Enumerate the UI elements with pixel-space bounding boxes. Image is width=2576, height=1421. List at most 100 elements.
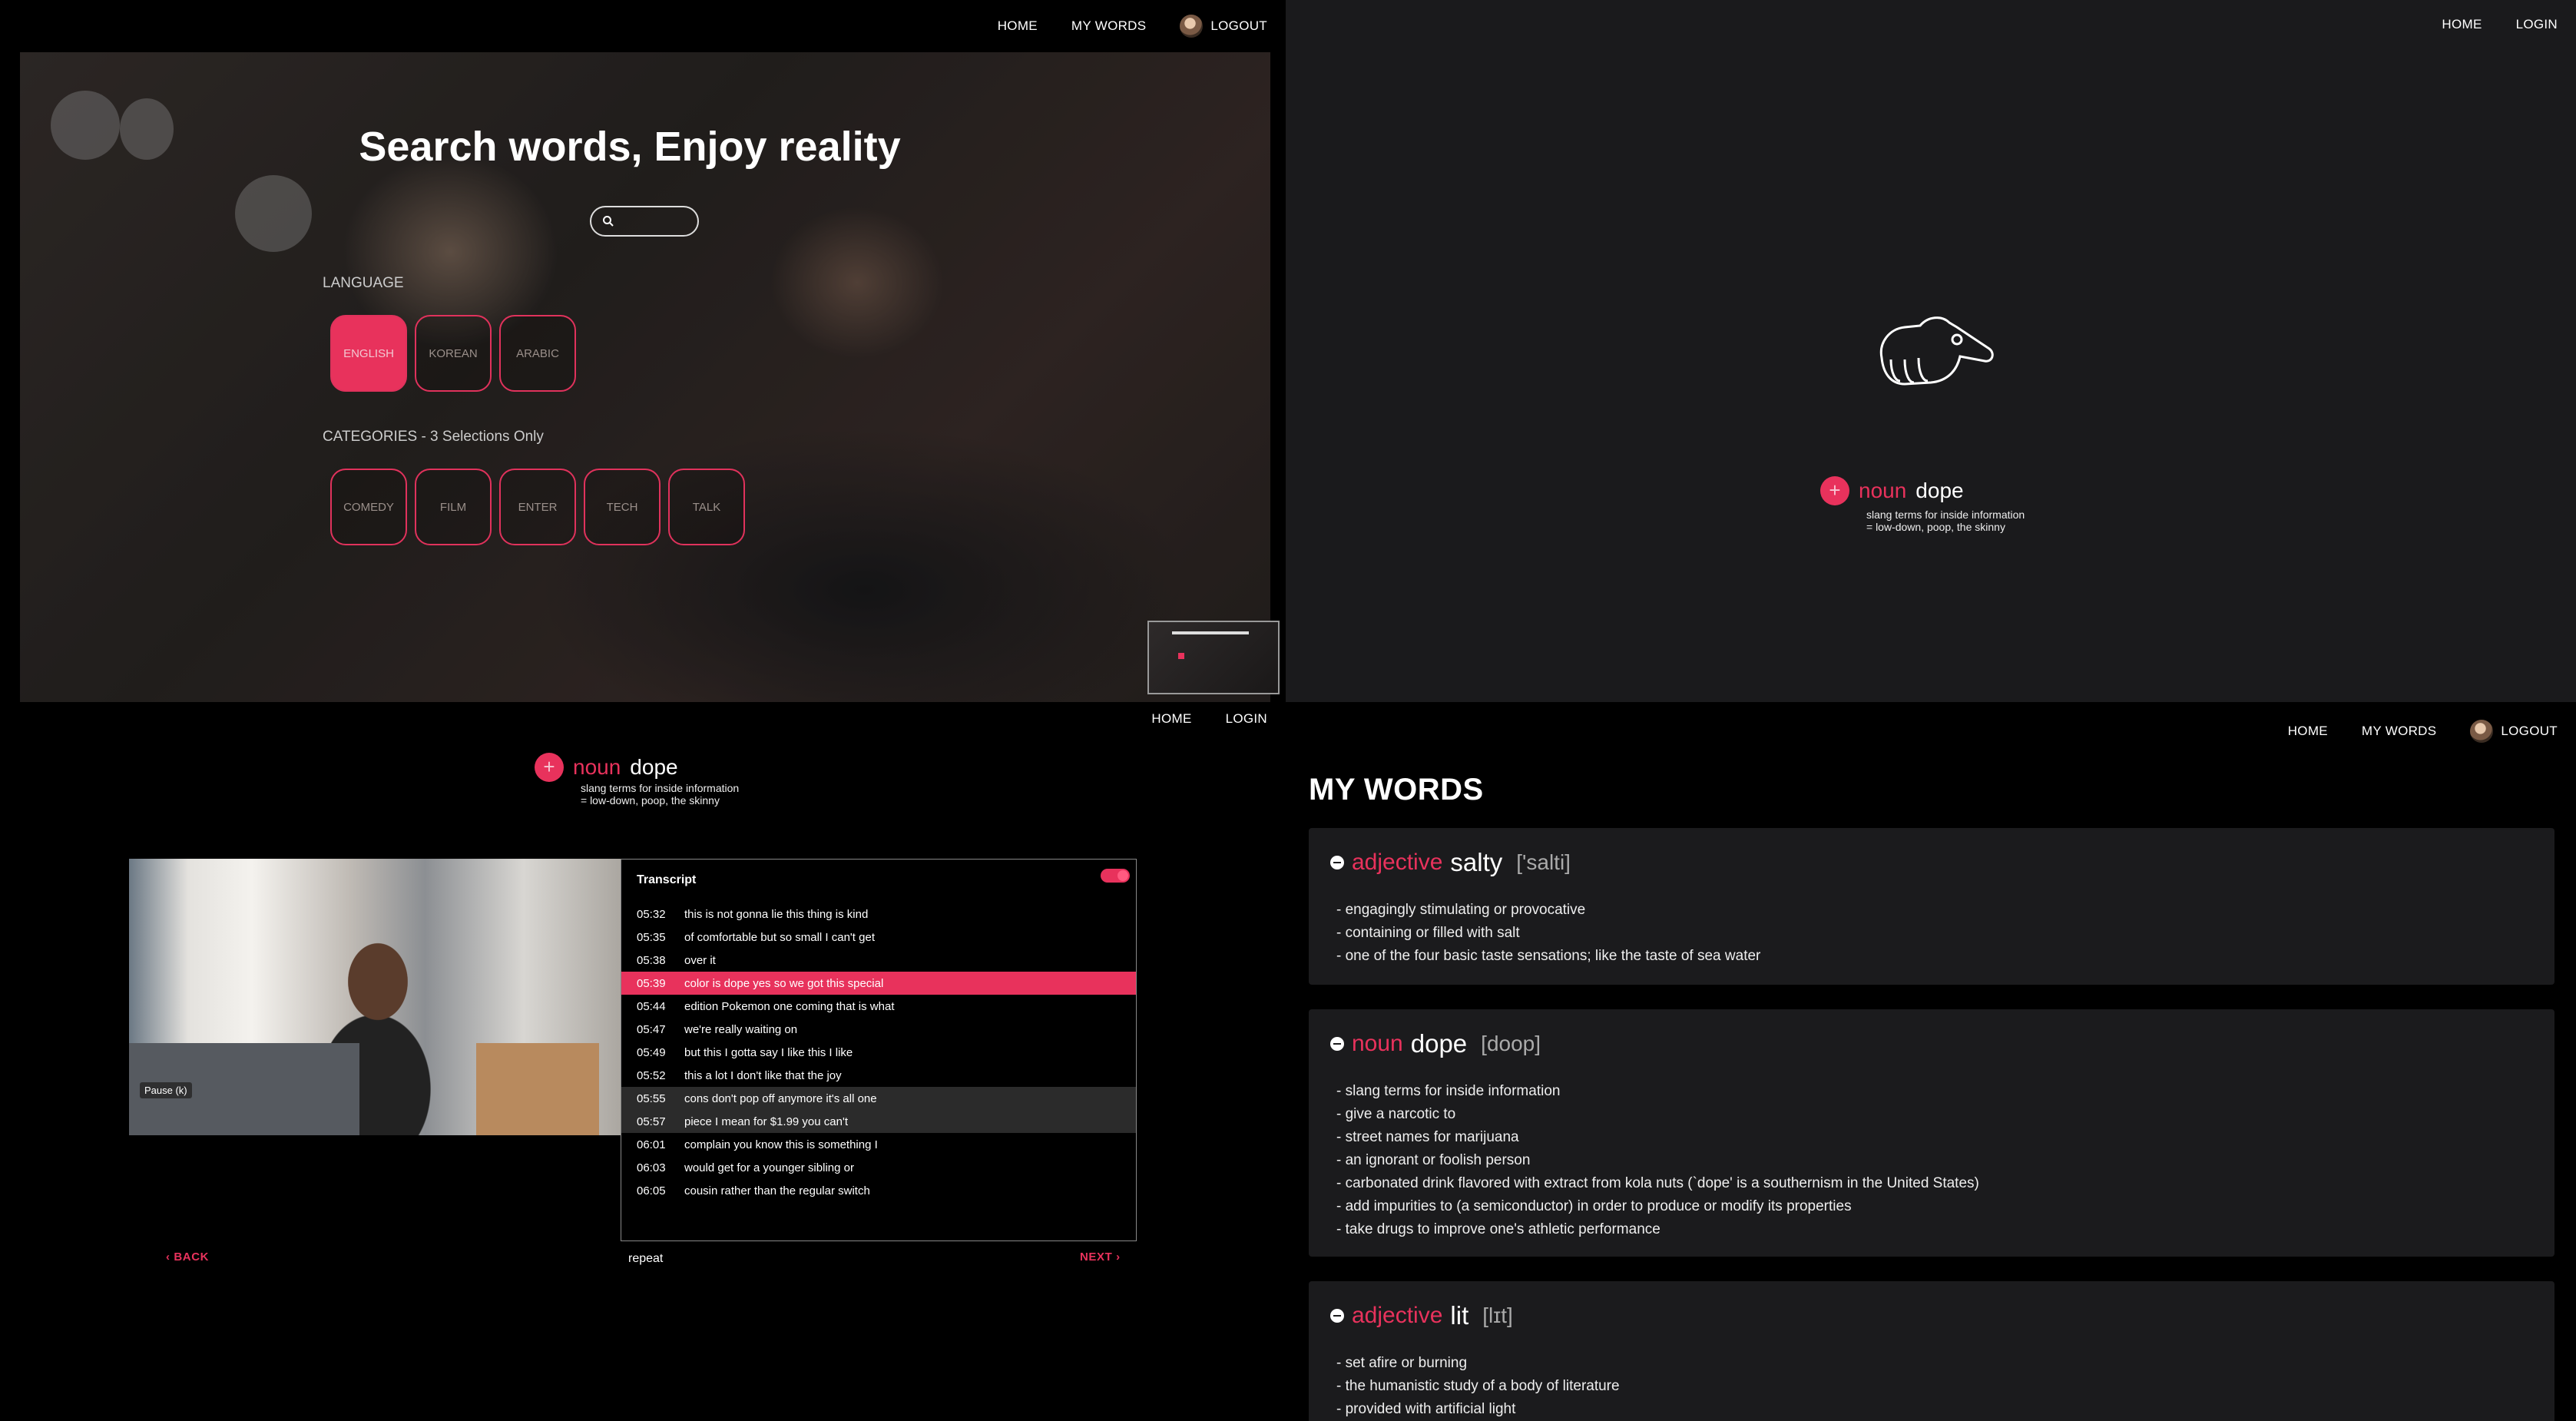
word-title: dope — [1915, 479, 1964, 502]
repeat-button[interactable]: repeat — [628, 1252, 663, 1266]
category-chip-enter[interactable]: ENTER — [499, 469, 576, 545]
part-of-speech: noun — [1352, 1031, 1403, 1056]
nav-logout-link[interactable]: LOGOUT — [1180, 15, 1267, 38]
transcript-timestamp: 06:01 — [637, 1138, 666, 1151]
transcript-text: complain you know this is something I — [684, 1138, 878, 1151]
definition-item: - carbonated drink flavored with extract… — [1336, 1175, 1979, 1191]
transcript-line[interactable]: 05:55 cons don't pop off anymore it's all… — [621, 1087, 1136, 1110]
definition-item: - slang terms for inside information — [1336, 1083, 1561, 1099]
top-nav: HOME MY WORDS LOGOUT — [1286, 708, 2576, 754]
remove-word-icon[interactable] — [1330, 1309, 1344, 1323]
transcript-lines: 05:32 this is not gonna lie this thing is… — [621, 903, 1136, 1202]
transcript-line[interactable]: 05:49 but this I gotta say I like this I … — [621, 1041, 1136, 1064]
top-nav: HOME LOGIN — [0, 702, 1286, 736]
transcript-text: cousin rather than the regular switch — [684, 1184, 870, 1197]
transcript-line[interactable]: 05:32 this is not gonna lie this thing is… — [621, 903, 1136, 926]
pronunciation: [lɪt] — [1482, 1303, 1513, 1327]
definition-line: slang terms for inside information — [1866, 508, 2025, 521]
pronunciation: [doop] — [1481, 1032, 1541, 1055]
part-of-speech: noun — [573, 755, 621, 779]
transcript-timestamp: 05:47 — [637, 1022, 666, 1036]
transcript-timestamp: 05:35 — [637, 930, 666, 944]
transcript-line[interactable]: 05:39 color is dope yes so we got this sp… — [621, 972, 1136, 995]
definition-item: - add impurities to (a semiconductor) in… — [1336, 1198, 1852, 1214]
video-thumbnail-preview[interactable] — [1147, 621, 1280, 694]
nav-login-link[interactable]: LOGIN — [1226, 711, 1267, 727]
nav-home-link[interactable]: HOME — [2288, 724, 2328, 739]
transcript-toggle[interactable] — [1101, 869, 1130, 883]
search-icon — [603, 216, 614, 227]
transcript-text: we're really waiting on — [684, 1022, 798, 1036]
part-of-speech: noun — [1859, 479, 1907, 502]
language-chip-english[interactable]: ENGLISH — [330, 315, 407, 392]
back-button[interactable]: ‹ BACK — [166, 1250, 209, 1264]
nav-home-link[interactable]: HOME — [1151, 711, 1191, 727]
transcript-timestamp: 05:38 — [637, 953, 666, 967]
top-nav: HOME MY WORDS LOGOUT — [0, 0, 1286, 52]
definition-item: - street names for marijuana — [1336, 1129, 1519, 1145]
add-word-button[interactable]: + — [535, 753, 564, 782]
word-definition: slang terms for inside information = low… — [581, 782, 739, 807]
top-nav: HOME LOGIN — [1286, 0, 2576, 49]
search-input[interactable] — [590, 206, 699, 237]
pronunciation: ['salti] — [1516, 850, 1571, 874]
nav-logout-link[interactable]: LOGOUT — [2470, 720, 2558, 743]
transcript-text: this a lot I don't like that the joy — [684, 1068, 842, 1082]
category-chip-tech[interactable]: TECH — [584, 469, 661, 545]
next-button[interactable]: NEXT › — [1080, 1250, 1121, 1264]
transcript-panel: Transcript 05:32 this is not gonna lie th… — [621, 859, 1137, 1241]
transcript-line[interactable]: 05:47 we're really waiting on — [621, 1018, 1136, 1041]
nav-home-link[interactable]: HOME — [2442, 17, 2482, 32]
transcript-text: over it — [684, 953, 716, 967]
avatar — [2470, 720, 2494, 743]
definition-item: - give a narcotic to — [1336, 1106, 1456, 1122]
transcript-line[interactable]: 06:01 complain you know this is something… — [621, 1133, 1136, 1156]
video-player[interactable]: Pause (k) — [129, 859, 622, 1135]
category-chip-comedy[interactable]: COMEDY — [330, 469, 407, 545]
page-title: Search words, Enjoy reality — [359, 124, 901, 170]
transcript-text: cons don't pop off anymore it's all one — [684, 1091, 877, 1105]
back-label: BACK — [174, 1250, 210, 1264]
transcript-line[interactable]: 05:52 this a lot I don't like that the jo… — [621, 1064, 1136, 1087]
logout-label: LOGOUT — [2501, 724, 2558, 738]
category-options: COMEDY FILM ENTER TECH TALK — [330, 469, 745, 545]
transcript-title: Transcript — [637, 873, 697, 886]
remove-word-icon[interactable] — [1330, 1037, 1344, 1051]
definition-list: - engagingly stimulating or provocative … — [1336, 899, 1760, 968]
word-heading: + noun dope — [535, 753, 678, 782]
my-words-panel: HOME MY WORDS LOGOUT MY WORDS adjective … — [1286, 702, 2576, 1421]
word-card-header: adjective lit [lɪt] — [1330, 1301, 1513, 1330]
add-word-button[interactable]: + — [1820, 476, 1849, 505]
transcript-line[interactable]: 05:44 edition Pokemon one coming that is … — [621, 995, 1136, 1018]
transcript-timestamp: 05:57 — [637, 1115, 666, 1128]
definition-item: - provided with artificial light — [1336, 1401, 1516, 1417]
transcript-line[interactable]: 06:05 cousin rather than the regular swit… — [621, 1179, 1136, 1202]
transcript-timestamp: 05:32 — [637, 907, 666, 921]
pointing-hand-icon — [1879, 316, 1994, 386]
remove-word-icon[interactable] — [1330, 856, 1344, 869]
definition-line: slang terms for inside information — [581, 782, 740, 794]
transcript-timestamp: 05:55 — [637, 1091, 666, 1105]
category-chip-talk[interactable]: TALK — [668, 469, 745, 545]
logout-label: LOGOUT — [1210, 18, 1267, 33]
definition-list: - slang terms for inside information - g… — [1336, 1080, 1979, 1241]
page-title: MY WORDS — [1309, 773, 1484, 807]
category-chip-film[interactable]: FILM — [415, 469, 492, 545]
transcript-text: but this I gotta say I like this I like — [684, 1045, 853, 1059]
language-chip-korean[interactable]: KOREAN — [415, 315, 492, 392]
nav-my-words-link[interactable]: MY WORDS — [2362, 724, 2436, 739]
nav-my-words-link[interactable]: MY WORDS — [1071, 18, 1146, 34]
word-card: adjective lit [lɪt] - set afire or burni… — [1309, 1281, 2554, 1421]
nav-home-link[interactable]: HOME — [998, 18, 1038, 34]
transcript-line[interactable]: 06:03 would get for a younger sibling or — [621, 1156, 1136, 1179]
avatar — [1180, 15, 1204, 38]
word-definition: slang terms for inside information = low… — [1866, 508, 2025, 533]
language-chip-arabic[interactable]: ARABIC — [499, 315, 576, 392]
transcript-line[interactable]: 05:57 piece I mean for $1.99 you can't — [621, 1110, 1136, 1133]
language-label: LANGUAGE — [323, 275, 404, 291]
word-title: lit — [1450, 1301, 1469, 1330]
transcript-line[interactable]: 05:38 over it — [621, 949, 1136, 972]
transcript-line[interactable]: 05:35 of comfortable but so small I can't… — [621, 926, 1136, 949]
part-of-speech: adjective — [1352, 850, 1443, 875]
nav-login-link[interactable]: LOGIN — [2516, 17, 2558, 32]
